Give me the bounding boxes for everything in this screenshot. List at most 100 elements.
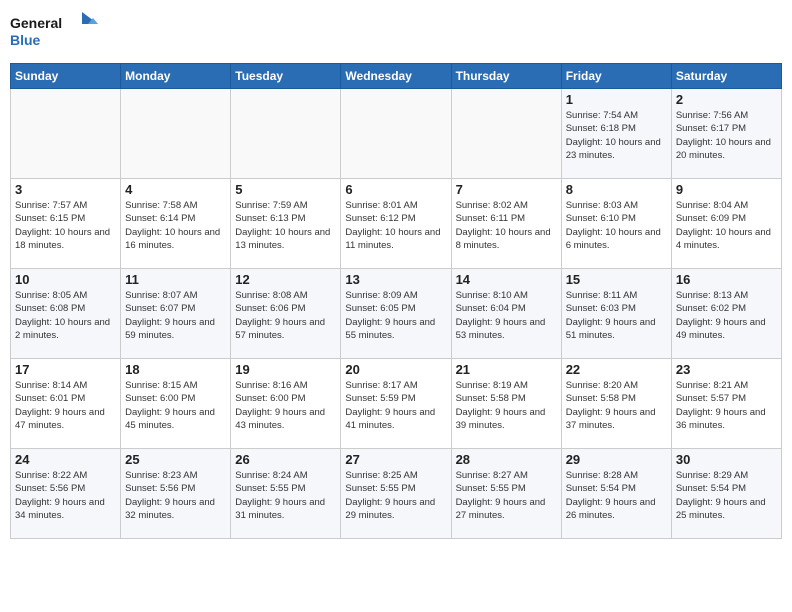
day-number: 14: [456, 272, 557, 287]
calendar-day-cell: 22 Sunrise: 8:20 AM Sunset: 5:58 PM Dayli…: [561, 359, 671, 449]
calendar-day-cell: 2 Sunrise: 7:56 AM Sunset: 6:17 PM Daylig…: [671, 89, 781, 179]
day-number: 7: [456, 182, 557, 197]
weekday-header-row: SundayMondayTuesdayWednesdayThursdayFrid…: [11, 64, 782, 89]
calendar-day-cell: [451, 89, 561, 179]
day-number: 23: [676, 362, 777, 377]
calendar-day-cell: 17 Sunrise: 8:14 AM Sunset: 6:01 PM Dayli…: [11, 359, 121, 449]
day-number: 16: [676, 272, 777, 287]
day-info: Sunrise: 7:56 AM Sunset: 6:17 PM Dayligh…: [676, 109, 777, 162]
day-number: 17: [15, 362, 116, 377]
day-number: 20: [345, 362, 446, 377]
day-info: Sunrise: 8:08 AM Sunset: 6:06 PM Dayligh…: [235, 289, 336, 342]
calendar-day-cell: 4 Sunrise: 7:58 AM Sunset: 6:14 PM Daylig…: [121, 179, 231, 269]
calendar-day-cell: 12 Sunrise: 8:08 AM Sunset: 6:06 PM Dayli…: [231, 269, 341, 359]
day-number: 21: [456, 362, 557, 377]
calendar-day-cell: 29 Sunrise: 8:28 AM Sunset: 5:54 PM Dayli…: [561, 449, 671, 539]
day-number: 22: [566, 362, 667, 377]
calendar-day-cell: 30Sunrise: 8:29 AM Sunset: 5:54 PM Dayli…: [671, 449, 781, 539]
day-number: 24: [15, 452, 116, 467]
calendar-day-cell: 23 Sunrise: 8:21 AM Sunset: 5:57 PM Dayli…: [671, 359, 781, 449]
calendar-day-cell: 18 Sunrise: 8:15 AM Sunset: 6:00 PM Dayli…: [121, 359, 231, 449]
day-number: 5: [235, 182, 336, 197]
calendar-day-cell: 9Sunrise: 8:04 AM Sunset: 6:09 PM Daylig…: [671, 179, 781, 269]
calendar-table: SundayMondayTuesdayWednesdayThursdayFrid…: [10, 63, 782, 539]
day-info: Sunrise: 8:22 AM Sunset: 5:56 PM Dayligh…: [15, 469, 116, 522]
day-info: Sunrise: 8:11 AM Sunset: 6:03 PM Dayligh…: [566, 289, 667, 342]
day-number: 8: [566, 182, 667, 197]
day-info: Sunrise: 8:15 AM Sunset: 6:00 PM Dayligh…: [125, 379, 226, 432]
calendar-day-cell: 21 Sunrise: 8:19 AM Sunset: 5:58 PM Dayli…: [451, 359, 561, 449]
day-info: Sunrise: 8:28 AM Sunset: 5:54 PM Dayligh…: [566, 469, 667, 522]
day-number: 13: [345, 272, 446, 287]
day-info: Sunrise: 8:27 AM Sunset: 5:55 PM Dayligh…: [456, 469, 557, 522]
calendar-day-cell: 15 Sunrise: 8:11 AM Sunset: 6:03 PM Dayli…: [561, 269, 671, 359]
day-info: Sunrise: 8:25 AM Sunset: 5:55 PM Dayligh…: [345, 469, 446, 522]
page-header: General Blue: [10, 10, 782, 55]
day-number: 18: [125, 362, 226, 377]
calendar-day-cell: 3Sunrise: 7:57 AM Sunset: 6:15 PM Daylig…: [11, 179, 121, 269]
day-number: 1: [566, 92, 667, 107]
weekday-header: Wednesday: [341, 64, 451, 89]
calendar-day-cell: 11 Sunrise: 8:07 AM Sunset: 6:07 PM Dayli…: [121, 269, 231, 359]
day-info: Sunrise: 8:19 AM Sunset: 5:58 PM Dayligh…: [456, 379, 557, 432]
weekday-header: Tuesday: [231, 64, 341, 89]
day-number: 6: [345, 182, 446, 197]
day-info: Sunrise: 8:24 AM Sunset: 5:55 PM Dayligh…: [235, 469, 336, 522]
calendar-day-cell: 28 Sunrise: 8:27 AM Sunset: 5:55 PM Dayli…: [451, 449, 561, 539]
day-number: 10: [15, 272, 116, 287]
day-info: Sunrise: 8:21 AM Sunset: 5:57 PM Dayligh…: [676, 379, 777, 432]
calendar-week-row: 24 Sunrise: 8:22 AM Sunset: 5:56 PM Dayli…: [11, 449, 782, 539]
calendar-day-cell: 7 Sunrise: 8:02 AM Sunset: 6:11 PM Daylig…: [451, 179, 561, 269]
day-number: 28: [456, 452, 557, 467]
calendar-week-row: 3Sunrise: 7:57 AM Sunset: 6:15 PM Daylig…: [11, 179, 782, 269]
calendar-day-cell: 20Sunrise: 8:17 AM Sunset: 5:59 PM Dayli…: [341, 359, 451, 449]
day-number: 9: [676, 182, 777, 197]
calendar-day-cell: 8 Sunrise: 8:03 AM Sunset: 6:10 PM Daylig…: [561, 179, 671, 269]
day-info: Sunrise: 7:59 AM Sunset: 6:13 PM Dayligh…: [235, 199, 336, 252]
day-info: Sunrise: 8:16 AM Sunset: 6:00 PM Dayligh…: [235, 379, 336, 432]
logo: General Blue: [10, 10, 100, 55]
day-info: Sunrise: 8:13 AM Sunset: 6:02 PM Dayligh…: [676, 289, 777, 342]
day-number: 11: [125, 272, 226, 287]
calendar-week-row: 10 Sunrise: 8:05 AM Sunset: 6:08 PM Dayli…: [11, 269, 782, 359]
svg-text:Blue: Blue: [10, 32, 41, 48]
day-info: Sunrise: 8:05 AM Sunset: 6:08 PM Dayligh…: [15, 289, 116, 342]
logo-svg: General Blue: [10, 10, 100, 55]
calendar-day-cell: [341, 89, 451, 179]
day-info: Sunrise: 8:23 AM Sunset: 5:56 PM Dayligh…: [125, 469, 226, 522]
calendar-day-cell: 19 Sunrise: 8:16 AM Sunset: 6:00 PM Dayli…: [231, 359, 341, 449]
calendar-day-cell: 25 Sunrise: 8:23 AM Sunset: 5:56 PM Dayli…: [121, 449, 231, 539]
day-number: 3: [15, 182, 116, 197]
day-info: Sunrise: 8:02 AM Sunset: 6:11 PM Dayligh…: [456, 199, 557, 252]
day-info: Sunrise: 8:03 AM Sunset: 6:10 PM Dayligh…: [566, 199, 667, 252]
day-info: Sunrise: 8:01 AM Sunset: 6:12 PM Dayligh…: [345, 199, 446, 252]
calendar-day-cell: 1 Sunrise: 7:54 AM Sunset: 6:18 PM Daylig…: [561, 89, 671, 179]
calendar-day-cell: 10 Sunrise: 8:05 AM Sunset: 6:08 PM Dayli…: [11, 269, 121, 359]
calendar-day-cell: 6 Sunrise: 8:01 AM Sunset: 6:12 PM Daylig…: [341, 179, 451, 269]
day-number: 12: [235, 272, 336, 287]
calendar-week-row: 1 Sunrise: 7:54 AM Sunset: 6:18 PM Daylig…: [11, 89, 782, 179]
calendar-day-cell: 16 Sunrise: 8:13 AM Sunset: 6:02 PM Dayli…: [671, 269, 781, 359]
calendar-day-cell: [121, 89, 231, 179]
day-number: 4: [125, 182, 226, 197]
day-info: Sunrise: 8:07 AM Sunset: 6:07 PM Dayligh…: [125, 289, 226, 342]
day-number: 29: [566, 452, 667, 467]
day-info: Sunrise: 8:10 AM Sunset: 6:04 PM Dayligh…: [456, 289, 557, 342]
calendar-day-cell: 5 Sunrise: 7:59 AM Sunset: 6:13 PM Daylig…: [231, 179, 341, 269]
day-number: 19: [235, 362, 336, 377]
day-info: Sunrise: 7:54 AM Sunset: 6:18 PM Dayligh…: [566, 109, 667, 162]
calendar-day-cell: 24 Sunrise: 8:22 AM Sunset: 5:56 PM Dayli…: [11, 449, 121, 539]
day-info: Sunrise: 8:09 AM Sunset: 6:05 PM Dayligh…: [345, 289, 446, 342]
weekday-header: Friday: [561, 64, 671, 89]
day-number: 2: [676, 92, 777, 107]
day-info: Sunrise: 8:14 AM Sunset: 6:01 PM Dayligh…: [15, 379, 116, 432]
day-info: Sunrise: 8:20 AM Sunset: 5:58 PM Dayligh…: [566, 379, 667, 432]
day-info: Sunrise: 7:58 AM Sunset: 6:14 PM Dayligh…: [125, 199, 226, 252]
day-number: 15: [566, 272, 667, 287]
day-number: 27: [345, 452, 446, 467]
calendar-day-cell: 26Sunrise: 8:24 AM Sunset: 5:55 PM Dayli…: [231, 449, 341, 539]
day-info: Sunrise: 8:29 AM Sunset: 5:54 PM Dayligh…: [676, 469, 777, 522]
day-number: 25: [125, 452, 226, 467]
calendar-week-row: 17 Sunrise: 8:14 AM Sunset: 6:01 PM Dayli…: [11, 359, 782, 449]
weekday-header: Saturday: [671, 64, 781, 89]
